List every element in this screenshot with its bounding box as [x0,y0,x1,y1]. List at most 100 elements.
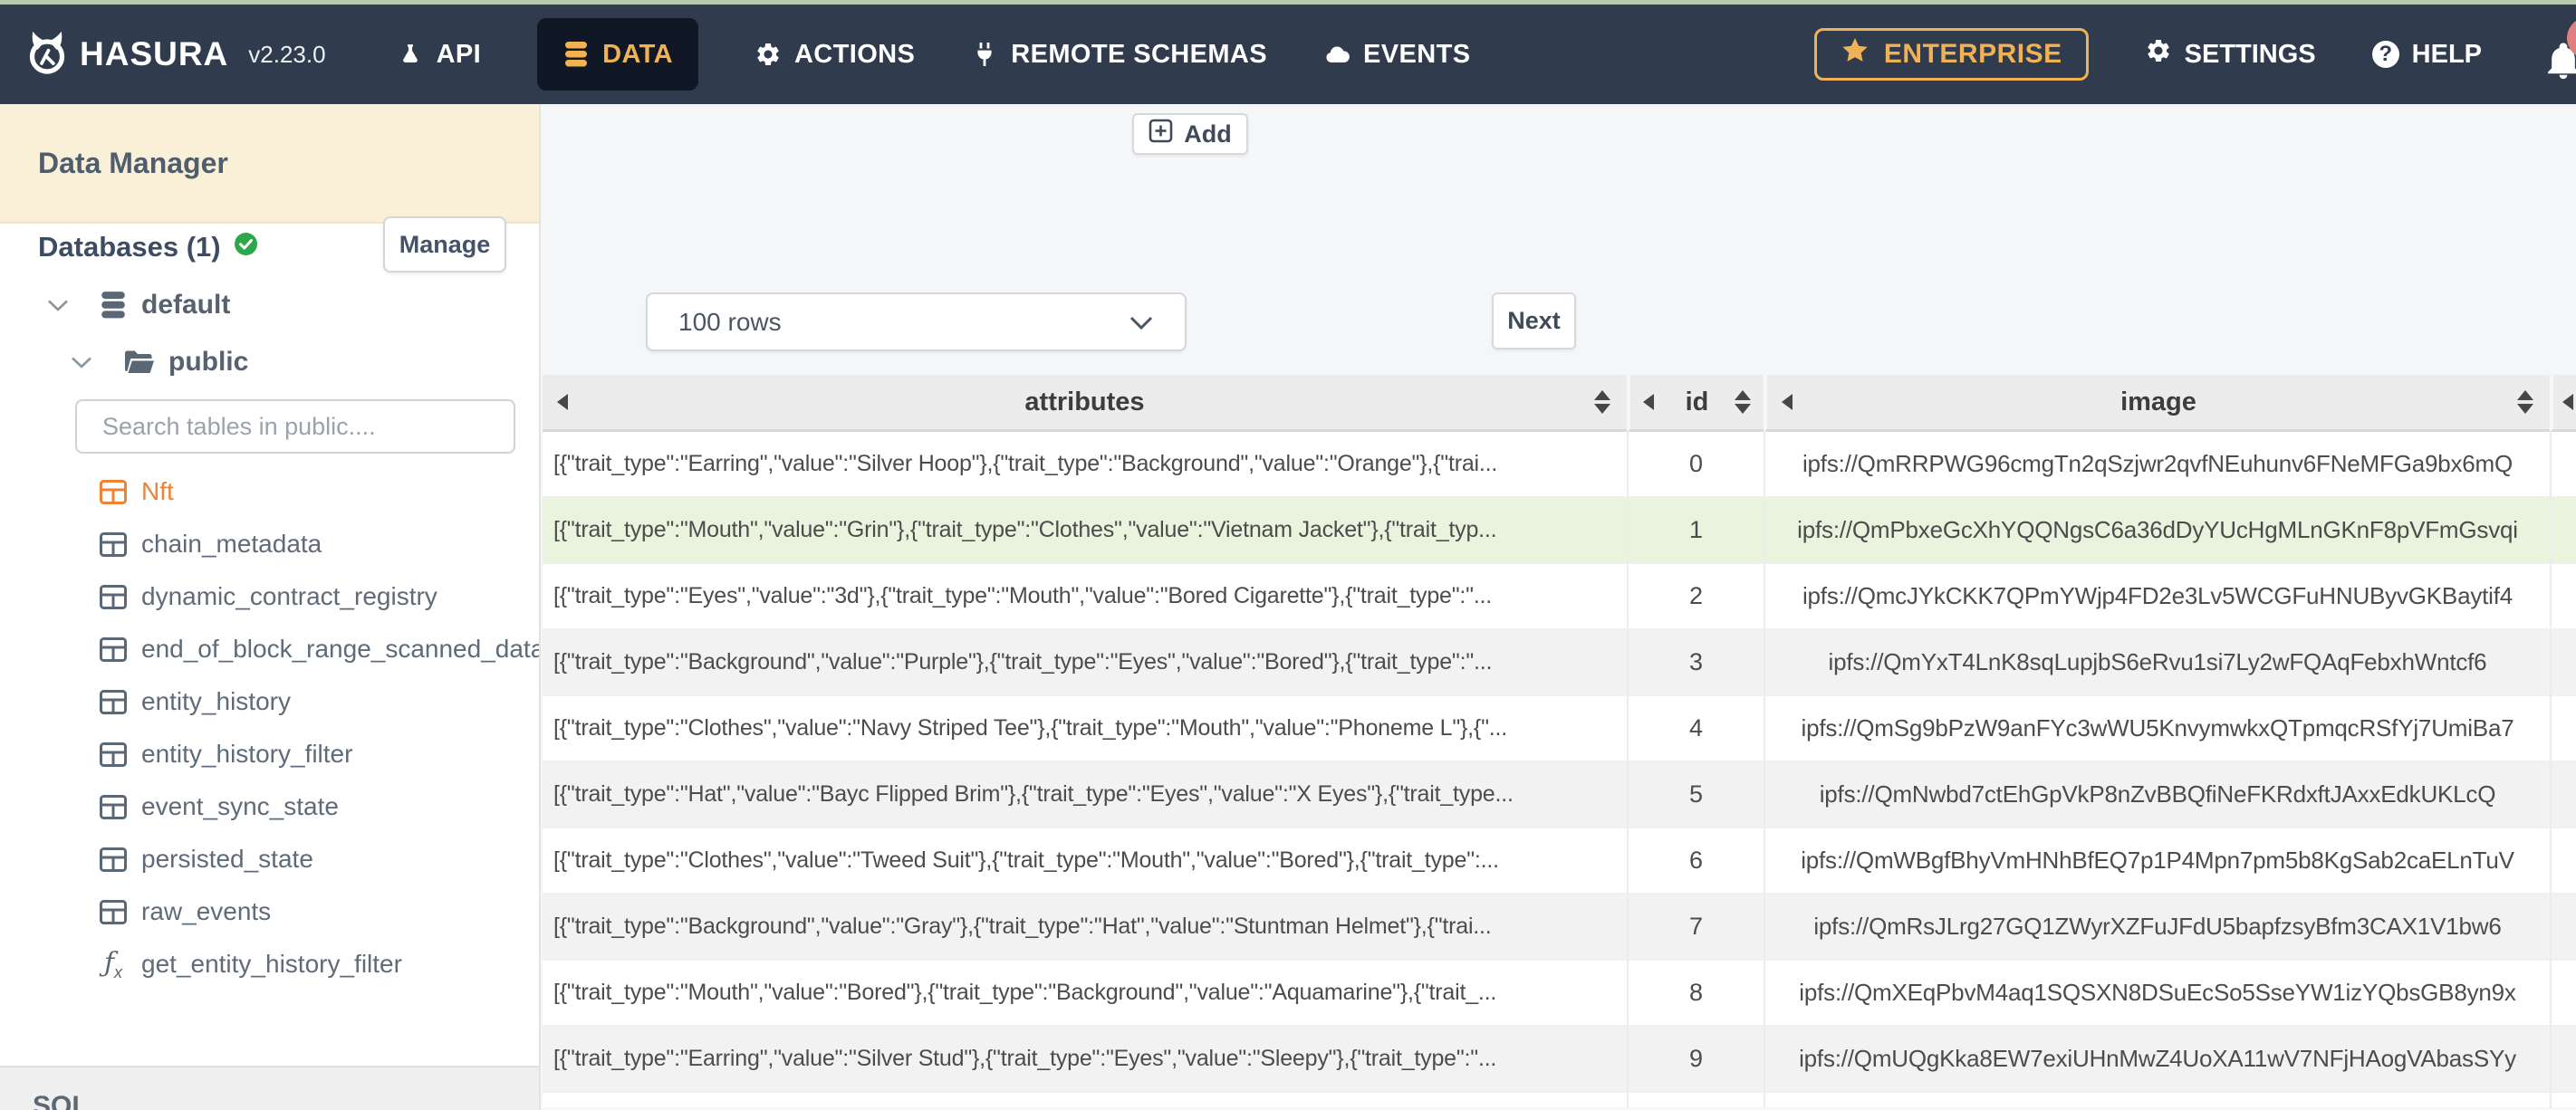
next-page-button[interactable]: Next [1492,292,1576,349]
column-header-id[interactable]: id [1627,375,1764,432]
tree-node-database[interactable]: default [47,290,230,321]
star-icon [1841,36,1870,72]
cell-partial [2550,895,2576,961]
cell-image: ipfs://QmYxT4LnK8sqLupjbS6eRvu1si7Ly2wFQ… [1764,630,2550,696]
topbar-right: ENTERPRISE SETTINGS ? HELP 8 [1813,5,2576,104]
enterprise-label: ENTERPRISE [1883,39,2062,69]
cell-id: 8 [1627,961,1764,1027]
table-row-highlighted: [{"trait_type":"Mouth","value":"Grin"},{… [543,498,2576,564]
chevron-down-icon [1129,308,1154,337]
column-header-partial[interactable] [2550,375,2576,432]
table-icon [100,584,127,609]
nav-events[interactable]: EVENTS [1323,40,1470,70]
nav-data[interactable]: DATA [537,18,698,91]
database-icon [562,41,590,68]
sidebar-table-event-sync-state[interactable]: event_sync_state [0,780,539,833]
sidebar-title: Data Manager [0,104,539,224]
collapse-column-icon[interactable] [1643,394,1654,410]
tree-node-schema[interactable]: public [71,347,248,378]
column-header-attributes[interactable]: attributes [543,375,1627,432]
table-icon [100,479,127,504]
rows-table: attributes id image [{"trait_type":"Earr… [543,375,2576,1107]
cell-attributes: [{"trait_type":"Clothes","value":"Navy S… [543,696,1627,762]
notifications-button[interactable]: 8 [2538,17,2576,86]
nav-label: API [436,39,482,69]
nav-label: ACTIONS [793,39,916,69]
database-name: default [141,290,231,320]
column-label: image [2120,387,2196,416]
function-icon: ƒx [103,946,123,981]
brand-name: HASURA [80,35,229,72]
cell-id: 1 [1627,498,1764,564]
sidebar-table-end-of-block-range-scanned-data[interactable]: end_of_block_range_scanned_data [0,623,539,675]
sidebar-table-chain-metadata[interactable]: chain_metadata [0,518,539,570]
cell-attributes: [{"trait_type":"Hat","value":"Bayc Flipp… [543,762,1627,828]
sidebar-function-get-entity-history-filter[interactable]: ƒx get_entity_history_filter [0,938,539,990]
sidebar-table-entity-history-filter[interactable]: entity_history_filter [0,728,539,780]
topbar: HASURA v2.23.0 API DATA ACTIONS REMOTE S… [0,5,2576,104]
gears-icon [755,41,782,68]
nav-api[interactable]: API [397,40,482,70]
chevron-down-icon[interactable] [71,356,92,369]
chevron-down-icon[interactable] [47,299,69,312]
table-row: [{"trait_type":"Clothes","value":"Navy S… [543,696,2576,762]
nav-remote-schemas[interactable]: REMOTE SCHEMAS [971,40,1267,70]
add-label: Add [1184,120,1232,148]
cell-partial [2550,630,2576,696]
cell-partial [2550,828,2576,895]
column-label: id [1685,387,1709,416]
cell-id: 4 [1627,696,1764,762]
cell-image [1764,1093,2550,1107]
add-row-button[interactable]: Add [1132,113,1248,155]
table-icon [100,531,127,557]
table-icon [100,636,127,662]
table-list: Nft chain_metadata dynamic_contract_regi… [0,465,539,990]
browse-rows-panel: Add 100 rows Next attributes id image [{… [541,104,2576,1110]
cell-image: ipfs://QmXEqPbvM4aq1SQSXN8DSuEcSo5SseYW1… [1764,961,2550,1027]
cell-image: ipfs://QmcJYkCKK7QPmYWjp4FD2e3Lv5WCGFuHN… [1764,564,2550,630]
cell-id: 7 [1627,895,1764,961]
plus-square-icon [1149,119,1173,149]
settings-link[interactable]: SETTINGS [2145,37,2316,72]
manage-button[interactable]: Manage [383,216,506,273]
cell-partial [2550,1093,2576,1107]
table-icon [100,847,127,872]
brand[interactable]: HASURA v2.23.0 [25,29,326,81]
sidebar-table-nft[interactable]: Nft [0,465,539,518]
sidebar-table-persisted-state[interactable]: persisted_state [0,833,539,885]
plug-icon [971,41,998,68]
cell-attributes: [{"trait_type":"Clothes","value":"Tweed … [543,828,1627,895]
table-row: [{"trait_type":"Clothes","value":"Tweed … [543,828,2576,895]
cell-id: 0 [1627,432,1764,498]
cell-attributes: [{"trait_type":"Mouth","value":"Grin"},{… [543,498,1627,564]
sidebar-table-raw-events[interactable]: raw_events [0,885,539,938]
column-header-image[interactable]: image [1764,375,2550,432]
rows-per-page-select[interactable]: 100 rows [646,292,1187,351]
collapse-column-icon[interactable] [1782,394,1793,410]
cell-partial [2550,564,2576,630]
cell-attributes: [{"trait_type":"Background","value":"Pur… [543,630,1627,696]
sidebar-table-dynamic-contract-registry[interactable]: dynamic_contract_registry [0,570,539,623]
collapse-column-icon[interactable] [2562,394,2573,410]
sidebar-table-entity-history[interactable]: entity_history [0,675,539,728]
collapse-column-icon[interactable] [557,394,568,410]
table-row: [{"trait_type":"Eyes","value":"3d"},{"tr… [543,564,2576,630]
cell-attributes: [{"trait_type":"Mouth","value":"Bored"},… [543,961,1627,1027]
sort-icon[interactable] [1735,390,1751,414]
schema-name: public [168,347,249,377]
help-label: HELP [2411,39,2482,69]
flask-icon [397,41,424,68]
cell-attributes [543,1093,1627,1107]
table-row: [{"trait_type":"Hat","value":"Bayc Flipp… [543,762,2576,828]
main-nav: API DATA ACTIONS REMOTE SCHEMAS EVENTS [397,18,1471,91]
sort-icon[interactable] [1594,390,1610,414]
nav-label: EVENTS [1363,39,1471,69]
search-tables-input[interactable] [75,399,515,454]
table-row: [{"trait_type":"Background","value":"Pur… [543,630,2576,696]
nav-actions[interactable]: ACTIONS [755,40,915,70]
help-link[interactable]: ? HELP [2371,39,2482,70]
enterprise-button[interactable]: ENTERPRISE [1813,28,2089,81]
sort-icon[interactable] [2517,390,2533,414]
cell-image: ipfs://QmNwbd7ctEhGpVkP8nZvBBQfiNeFKRdxf… [1764,762,2550,828]
cell-partial [2550,498,2576,564]
